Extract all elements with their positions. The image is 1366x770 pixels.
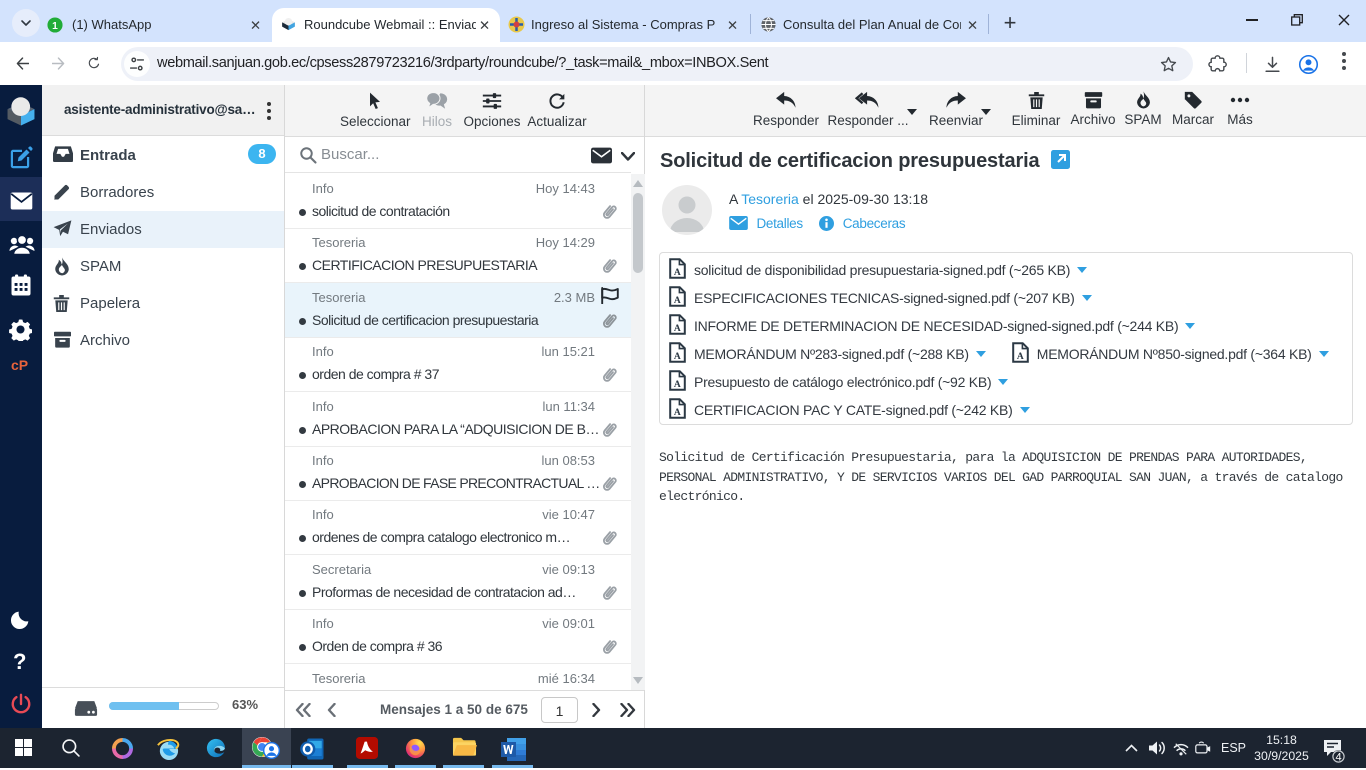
svg-text:A: A	[674, 408, 681, 418]
svg-text:4: 4	[1335, 752, 1341, 764]
svg-text:A: A	[674, 268, 681, 278]
svg-text:A: A	[1017, 352, 1024, 362]
svg-text:A: A	[674, 296, 681, 306]
svg-text:A: A	[674, 380, 681, 390]
svg-text:A: A	[674, 352, 681, 362]
svg-text:A: A	[674, 324, 681, 334]
svg-text:1: 1	[52, 21, 58, 32]
